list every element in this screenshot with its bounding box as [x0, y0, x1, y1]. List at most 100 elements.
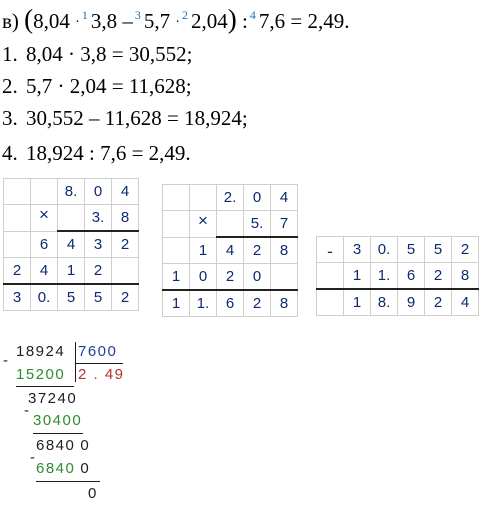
subtrahend-3: 6840 0: [36, 460, 91, 477]
grid-row: 1 4 2 8: [162, 236, 298, 264]
grid-cell: 1: [162, 289, 190, 317]
grid-cell: 2: [3, 257, 31, 285]
grid-cell: 5.: [243, 210, 271, 238]
subtraction-line-2: [33, 433, 83, 434]
grid-row: - 3 0. 5 5 2: [316, 236, 479, 263]
grid-cell: [316, 288, 344, 316]
grid-cell: 6: [397, 262, 425, 290]
grid-cell: 0.: [30, 283, 58, 311]
grid-cell: 8: [270, 236, 298, 264]
grid-cell: 1: [57, 257, 85, 285]
grid-cell: 1: [343, 262, 371, 290]
grid-cell: 0: [84, 178, 112, 205]
remainder-1: 37240: [28, 390, 78, 407]
step-marker-2: 2: [182, 8, 189, 22]
multiply-operator: ×: [189, 210, 217, 238]
grid-cell: 0: [189, 263, 217, 291]
multiply-sign: ·: [175, 15, 181, 30]
minus-operator: -: [316, 236, 344, 263]
step-text: 18,924 : 7,6 = 2,49.: [26, 141, 191, 165]
divide-sign: :: [242, 9, 248, 33]
grid-row: 6 4 3 2: [3, 230, 139, 258]
subtraction-grid: - 3 0. 5 5 2 1 1. 6 2 8 1 8. 9 2 4: [316, 236, 479, 316]
grid-cell: 0.: [370, 236, 398, 263]
quotient: 2 . 49: [78, 366, 125, 383]
step-marker-1: 1: [81, 8, 88, 22]
grid-cell: 6: [216, 289, 244, 317]
open-paren: (: [24, 4, 34, 34]
step-text: 8,04 · 3,8 = 30,552;: [26, 42, 193, 66]
minus-sign: –: [122, 9, 133, 33]
operand-3-8: 3,8: [90, 9, 118, 33]
grid-cell: 7: [270, 210, 298, 238]
division-bracket-horizontal: [75, 363, 123, 364]
division-bracket-vertical: [75, 342, 76, 382]
grid-cell: 3: [343, 236, 371, 263]
grid-row: 8. 0 4: [3, 178, 139, 205]
multiply-sign: ·: [75, 15, 80, 30]
subtrahend-2: 30400: [33, 412, 83, 429]
minus-sign: -: [3, 352, 10, 369]
step-line-4: 4. 18,924 : 7,6 = 2,49.: [2, 140, 191, 166]
grid-cell: 2: [216, 263, 244, 291]
grid-cell: 4: [111, 178, 139, 205]
step-number: 1.: [2, 42, 18, 66]
grid-cell: [111, 257, 139, 285]
grid-cell: [316, 262, 344, 290]
grid-cell: 2: [111, 230, 139, 258]
grid-cell: 2: [451, 236, 479, 263]
grid-row: 1 1. 6 2 8: [162, 289, 298, 317]
grid-cell: 1: [189, 236, 217, 264]
step-marker-4: 4: [249, 8, 256, 22]
grid-cell: 8: [451, 262, 479, 290]
grid-cell: 6: [30, 230, 58, 258]
grid-cell: 0: [243, 263, 271, 291]
problem-label: в): [2, 9, 19, 33]
grid-cell: [30, 178, 58, 205]
step-number: 4.: [2, 141, 18, 165]
grid-cell: 3.: [84, 204, 112, 232]
grid-row: 3 0. 5 5 2: [3, 283, 139, 311]
grid-cell: [216, 210, 244, 238]
grid-row: × 5. 7: [162, 210, 298, 238]
grid-cell: 5: [57, 283, 85, 311]
multiplication-grid-2: 2. 0 4 × 5. 7 1 4 2 8 1 0 2 0 1 1. 6 2 8: [162, 184, 298, 317]
step-marker-3: 3: [134, 8, 141, 22]
grid-cell: [189, 184, 217, 211]
grid-cell: 2: [424, 288, 452, 316]
subtraction-line-1: [16, 386, 74, 387]
operand-2-04: 2,04: [191, 9, 228, 33]
grid-cell: 4: [216, 236, 244, 264]
grid-cell: 1.: [189, 289, 217, 317]
subtrahend-1: 15200: [16, 366, 66, 383]
grid-row: 1 1. 6 2 8: [316, 262, 479, 290]
grid-cell: [270, 263, 298, 291]
grid-cell: 2: [424, 262, 452, 290]
grid-cell: [3, 230, 31, 258]
grid-cell: 1: [343, 288, 371, 316]
grid-row: 1 8. 9 2 4: [316, 288, 479, 316]
grid-row: 2. 0 4: [162, 184, 298, 211]
step-line-1: 1. 8,04 · 3,8 = 30,552;: [2, 41, 192, 67]
grid-row: 1 0 2 0: [162, 263, 298, 291]
step-line-2: 2. 5,7 · 2,04 = 11,628;: [2, 73, 192, 99]
operand-7-6: 7,6: [258, 9, 286, 33]
grid-cell: 3: [3, 283, 31, 311]
step-text: 30,552 – 11,628 = 18,924;: [26, 106, 248, 130]
grid-cell: 8.: [370, 288, 398, 316]
multiplication-grid-1: 8. 0 4 × 3. 8 6 4 3 2 2 4 1 2 3 0. 5 5 2: [3, 178, 139, 311]
close-paren: ): [227, 4, 237, 34]
grid-cell: 4: [57, 230, 85, 258]
grid-cell: 0: [243, 184, 271, 211]
grid-cell: 8: [111, 204, 139, 232]
divisor: 7600: [78, 343, 118, 360]
step-number: 2.: [2, 74, 18, 98]
expression-line: в) (8,04 · 1 3,8 –3 5,7 · 2 2,04) :4 7,6 = 2,4…: [2, 6, 349, 38]
grid-cell: [57, 204, 85, 232]
grid-cell: 4: [451, 288, 479, 316]
operand-8-04: 8,04: [33, 9, 70, 33]
grid-cell: 2: [111, 283, 139, 311]
step-text: 5,7 · 2,04 = 11,628;: [26, 74, 192, 98]
grid-row: 2 4 1 2: [3, 257, 139, 285]
grid-cell: [162, 236, 190, 264]
